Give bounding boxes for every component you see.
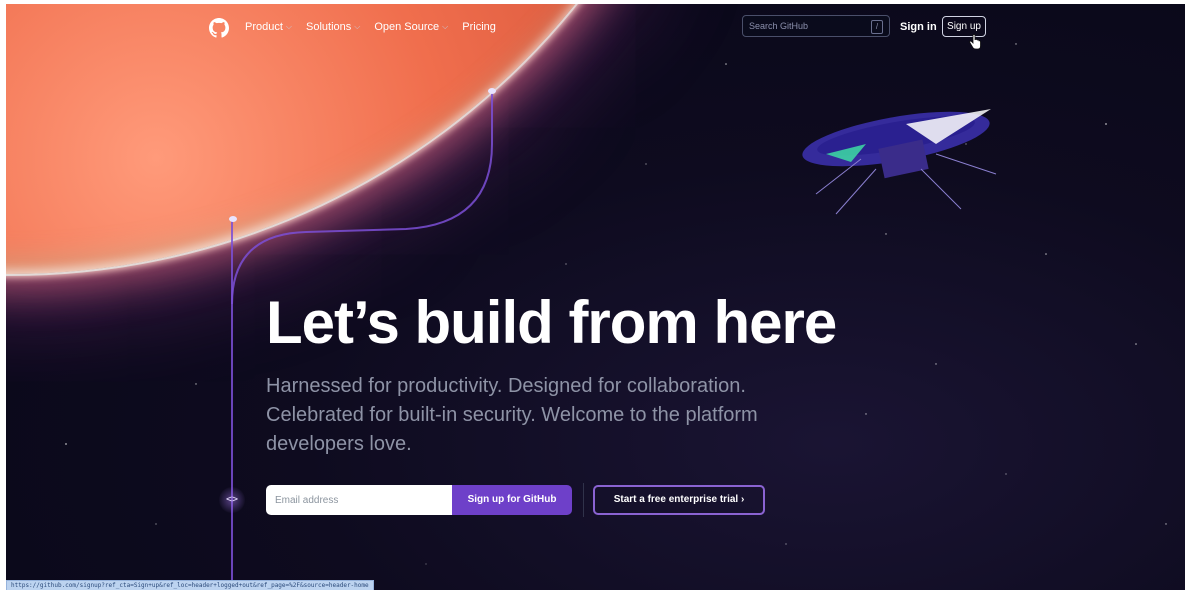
browser-viewport: Product ⌵ Solutions ⌵ Open Source ⌵ Pric… — [6, 4, 1185, 590]
hero-subtitle: Harnessed for productivity. Designed for… — [266, 375, 758, 455]
nav-solutions-label: Solutions — [306, 21, 352, 33]
nav-product[interactable]: Product ⌵ — [245, 21, 292, 33]
nav-open-source[interactable]: Open Source ⌵ — [374, 21, 448, 33]
search-shortcut-key: / — [871, 20, 883, 34]
chevron-down-icon: ⌵ — [285, 22, 292, 31]
nav-solutions[interactable]: Solutions ⌵ — [306, 21, 360, 33]
main-nav: Product ⌵ Solutions ⌵ Open Source ⌵ Pric… — [245, 21, 510, 33]
search-box[interactable]: / — [742, 15, 890, 37]
code-icon: <> — [219, 487, 245, 513]
status-bar-url: https://github.com/signup?ref_cta=Sign+u… — [6, 580, 374, 590]
chevron-down-icon: ⌵ — [354, 22, 361, 31]
sign-in-link[interactable]: Sign in — [900, 21, 937, 33]
site-header: Product ⌵ Solutions ⌵ Open Source ⌵ Pric… — [6, 4, 1185, 50]
search-input[interactable] — [747, 20, 869, 32]
nav-pricing[interactable]: Pricing — [462, 21, 496, 33]
chevron-down-icon: ⌵ — [442, 22, 449, 31]
hero-title: Let’s build from here — [266, 289, 837, 356]
email-field[interactable] — [266, 485, 452, 515]
enterprise-trial-button[interactable]: Start a free enterprise trial › — [593, 485, 765, 515]
sign-up-for-github-button[interactable]: Sign up for GitHub — [452, 485, 572, 515]
nav-product-label: Product — [245, 21, 283, 33]
hand-pointer-icon — [969, 34, 981, 50]
drone-illustration — [802, 109, 997, 215]
github-mark-icon[interactable] — [209, 18, 229, 38]
cta-divider — [583, 483, 584, 517]
nav-pricing-label: Pricing — [462, 21, 496, 33]
nav-open-source-label: Open Source — [374, 21, 440, 33]
